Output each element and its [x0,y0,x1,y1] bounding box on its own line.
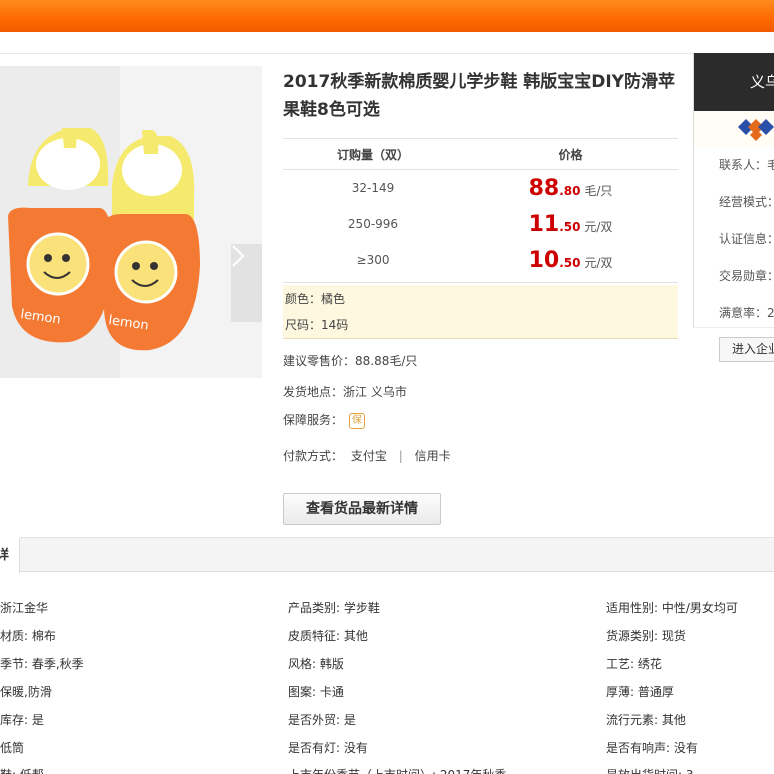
price-value: 11.50 元/双 [528,211,613,237]
tab-details[interactable]: 详 [0,537,20,573]
price-value: 10.50 元/双 [528,247,613,273]
attribute-item: 季节: 春季,秋季 [0,657,84,671]
chevron-right-icon [232,245,245,267]
enter-store-button[interactable]: 进入企业 [719,337,774,362]
attribute-item: 货源类别: 现货 [606,629,686,643]
attribute-item: 材质: 棉布 [0,629,56,643]
payment-label: 付款方式： [283,449,344,463]
attribute-item: 是否外贸: 是 [288,713,356,727]
price-row: 32-149 88.80 毛/只 [283,170,678,206]
product-image[interactable]: lemon lemon [0,66,262,378]
supplier-business-mode: 经营模式： [719,195,774,209]
service-label: 保障服务： [283,413,344,427]
attribute-item: 厚薄: 普通厚 [606,685,674,699]
attribute-item: 是否有灯: 没有 [288,741,368,755]
payment-separator: | [398,449,403,463]
attribute-item: 库存: 是 [0,713,44,727]
spec-color: 颜色：橘色 [285,292,346,306]
qty-range: 32-149 [351,181,395,195]
service-line: 保障服务： 保 [283,411,366,429]
supplier-certification: 认证信息： [719,232,774,246]
supplier-medal: 交易勋章： [719,269,774,283]
price-row: ≥300 10.50 元/双 [283,242,678,278]
spec-size: 尺码：14码 [285,318,349,332]
price-table: 订购量（双） 价格 32-149 88.80 毛/只 250-996 11.50… [283,138,678,283]
attribute-item: 适用性别: 中性/男女均可 [606,601,738,615]
attribute-item: 上市年份季节（上市时间）: 2017年秋季 [288,766,506,774]
supplier-card: 义乌 联系人：毛 经营模式： 认证信息： 交易勋章： 满意率：2 [693,53,774,328]
supplier-name[interactable]: 义乌 [694,53,774,111]
qty-range: ≥300 [356,253,390,267]
guarantee-icon[interactable]: 保 [349,412,366,429]
selected-spec: 颜色：橘色 尺码：14码 [283,285,678,339]
supplier-contact: 联系人：毛 [719,158,774,172]
price-row: 250-996 11.50 元/双 [283,206,678,242]
attribute-item: 流行元素: 其他 [606,713,686,727]
attribute-item: 鞋: 低帮 [0,766,44,774]
baby-shoes-photo: lemon lemon [0,66,262,378]
price-value: 88.80 毛/只 [528,175,613,201]
site-top-bar [0,0,774,32]
attribute-item: 浙江金华 [0,601,49,615]
payment-line: 付款方式： 支付宝 | 信用卡 [283,447,451,464]
attribute-item: 皮质特征: 其他 [288,629,368,643]
price-table-header: 订购量（双） 价格 [283,138,678,170]
supplier-logo [694,111,774,147]
attribute-item: 保暖,防滑 [0,685,52,699]
image-next-button[interactable] [231,244,262,322]
payment-alipay: 支付宝 [350,449,387,463]
attribute-item: 是否有响声: 没有 [606,741,698,755]
qty-range: 250-996 [347,217,399,231]
diamond-logo-icon [694,111,774,147]
ship-location: 发货地点：浙江 义乌市 [283,385,407,399]
product-title: 2017秋季新款棉质婴儿学步鞋 韩版宝宝DIY防滑苹果鞋8色可选 [283,72,675,120]
attribute-item: 产品类别: 学步鞋 [288,601,380,615]
attribute-item: 工艺: 绣花 [606,657,662,671]
detail-tab-bar [0,537,774,572]
nav-strip [0,32,774,54]
attribute-item: 风格: 韩版 [288,657,344,671]
attribute-item: 低筒 [0,741,25,755]
attribute-item: 是放出货时间: 3 [606,766,694,774]
view-details-button[interactable]: 查看货品最新详情 [283,493,441,525]
qty-header: 订购量（双） [336,147,409,162]
retail-price: 建议零售价：88.88毛/只 [283,354,418,368]
payment-card: 信用卡 [414,449,451,463]
supplier-satisfaction: 满意率：2 [719,306,774,320]
attribute-item: 图案: 卡通 [288,685,344,699]
price-header: 价格 [558,147,583,162]
